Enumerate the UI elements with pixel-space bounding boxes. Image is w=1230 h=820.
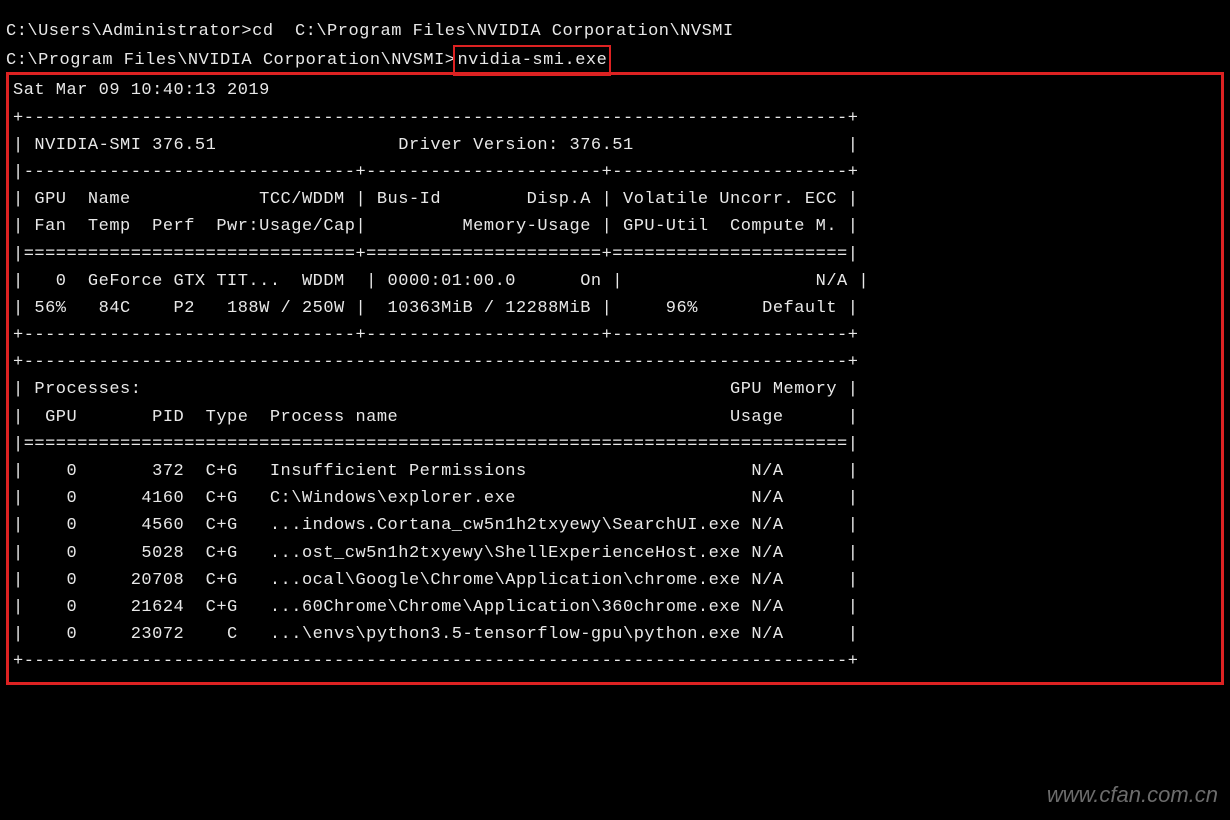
process-row: | 0 5028 C+G ...ost_cw5n1h2txyewy\ShellE… [13,540,1217,567]
process-row: | 0 4560 C+G ...indows.Cortana_cw5n1h2tx… [13,512,1217,539]
watermark-text: www.cfan.com.cn [1047,777,1218,812]
process-row: | 0 23072 C ...\envs\python3.5-tensorflo… [13,621,1217,648]
process-row: | 0 20708 C+G ...ocal\Google\Chrome\Appl… [13,567,1217,594]
table-border: +---------------------------------------… [13,648,1217,675]
prompt-text: C:\Users\Administrator> [6,22,252,41]
process-rows: | 0 372 C+G Insufficient Permissions N/A… [13,458,1217,648]
cd-command-line: C:\Users\Administrator>cd C:\Program Fil… [6,18,1224,45]
process-row: | 0 21624 C+G ...60Chrome\Chrome\Applica… [13,594,1217,621]
table-border: +---------------------------------------… [13,349,1217,376]
gpu-row-1: | 0 GeForce GTX TIT... WDDM | 0000:01:00… [13,268,1217,295]
table-border: |=======================================… [13,431,1217,458]
prompt-text: C:\Program Files\NVIDIA Corporation\NVSM… [6,51,455,70]
process-row: | 0 372 C+G Insufficient Permissions N/A… [13,458,1217,485]
proc-header-2: | GPU PID Type Process name Usage | [13,404,1217,431]
timestamp-line: Sat Mar 09 10:40:13 2019 [13,77,1217,104]
version-line: | NVIDIA-SMI 376.51 Driver Version: 376.… [13,132,1217,159]
table-border: +---------------------------------------… [13,105,1217,132]
nvidia-smi-command-highlight: nvidia-smi.exe [453,45,611,76]
gpu-header-2: | Fan Temp Perf Pwr:Usage/Cap| Memory-Us… [13,213,1217,240]
cd-command-text: cd C:\Program Files\NVIDIA Corporation\N… [252,22,734,41]
gpu-row-2: | 56% 84C P2 188W / 250W | 10363MiB / 12… [13,295,1217,322]
table-border: |-------------------------------+-------… [13,159,1217,186]
nvidia-smi-output-highlight: Sat Mar 09 10:40:13 2019 +--------------… [6,72,1224,684]
process-row: | 0 4160 C+G C:\Windows\explorer.exe N/A… [13,485,1217,512]
gpu-header-1: | GPU Name TCC/WDDM | Bus-Id Disp.A | Vo… [13,186,1217,213]
table-border: |===============================+=======… [13,241,1217,268]
table-border: +-------------------------------+-------… [13,322,1217,349]
proc-header-1: | Processes: GPU Memory | [13,376,1217,403]
